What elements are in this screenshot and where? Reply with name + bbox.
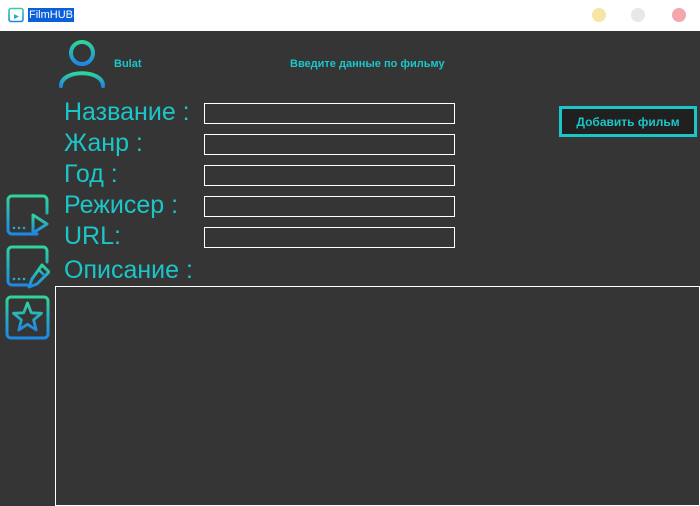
star-icon[interactable]	[5, 295, 50, 340]
title-label: Название :	[64, 98, 190, 126]
app-logo-icon	[8, 7, 24, 23]
description-textarea[interactable]	[55, 286, 700, 506]
title-input[interactable]	[204, 103, 455, 124]
user-avatar-icon	[59, 40, 105, 88]
username-label: Bulat	[114, 58, 142, 70]
genre-input[interactable]	[204, 134, 455, 155]
app-title: FilmHUB	[28, 8, 74, 22]
maximize-button[interactable]	[631, 8, 645, 22]
minimize-button[interactable]	[592, 8, 606, 22]
year-label: Год :	[64, 160, 118, 188]
url-label: URL:	[64, 222, 121, 250]
description-label: Описание :	[64, 256, 193, 284]
play-video-icon[interactable]	[5, 193, 50, 238]
page-subtitle: Введите данные по фильму	[290, 58, 445, 70]
genre-label: Жанр :	[64, 129, 143, 157]
director-label: Режисер :	[64, 191, 179, 219]
url-input[interactable]	[204, 227, 455, 248]
year-input[interactable]	[204, 165, 455, 186]
edit-video-icon[interactable]	[5, 244, 50, 289]
director-input[interactable]	[204, 196, 455, 217]
add-film-button[interactable]: Добавить фильм	[559, 106, 697, 137]
close-button[interactable]	[672, 8, 686, 22]
title-bar: FilmHUB	[0, 0, 700, 31]
